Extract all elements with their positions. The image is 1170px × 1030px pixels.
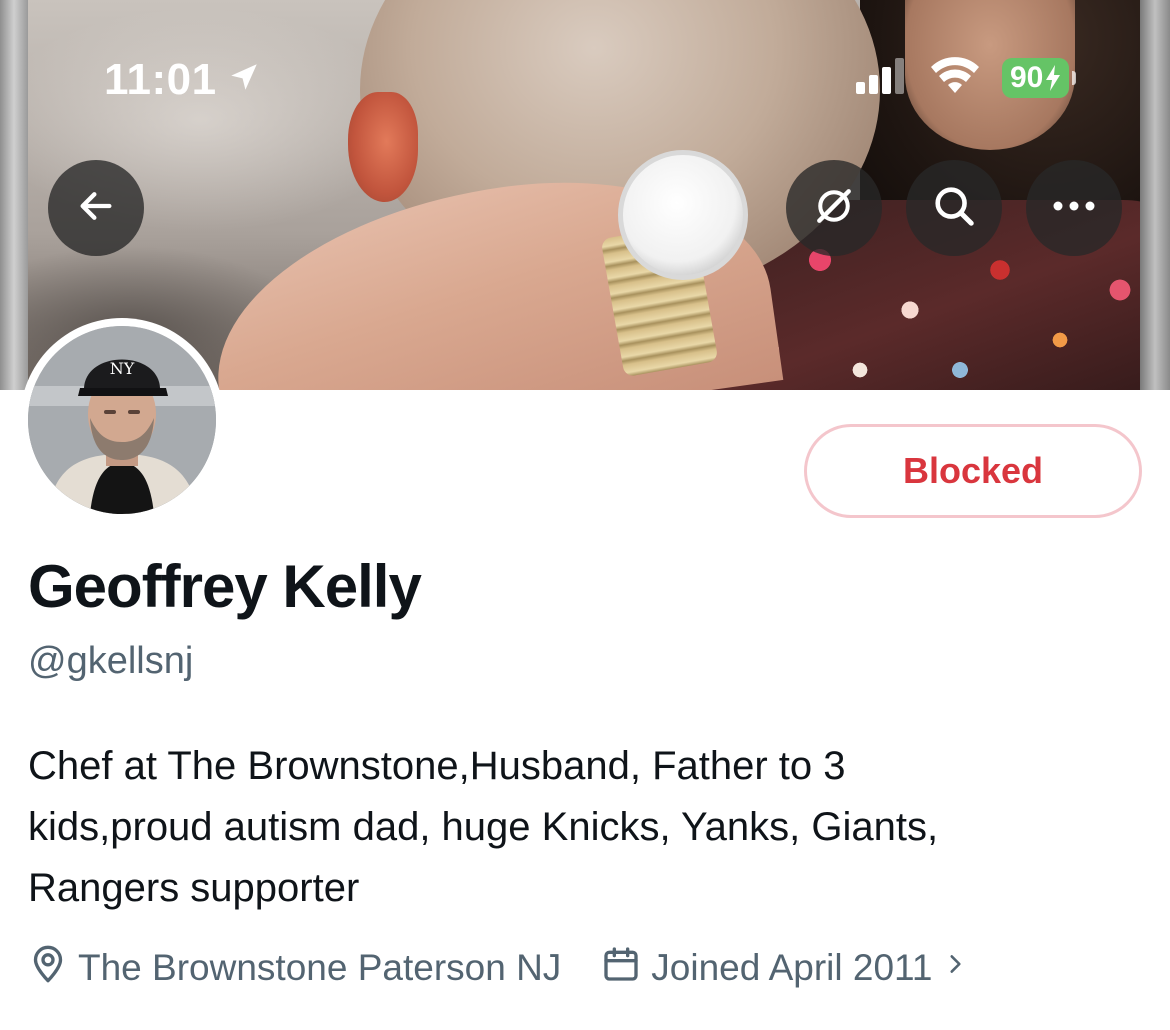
- grok-button[interactable]: [786, 160, 882, 256]
- status-time-label: 11:01: [104, 55, 217, 104]
- blocked-button[interactable]: Blocked: [804, 424, 1142, 518]
- status-bar-indicators: 90: [856, 56, 1077, 100]
- status-bar-time: 11:01: [104, 54, 261, 106]
- calendar-icon: [601, 944, 641, 993]
- back-button[interactable]: [48, 160, 144, 256]
- avatar-photo: NY: [28, 326, 216, 514]
- arrow-left-icon: [76, 186, 116, 231]
- more-icon: [1052, 199, 1096, 217]
- chevron-right-icon: [942, 947, 968, 989]
- joined-item[interactable]: Joined April 2011: [601, 944, 968, 993]
- blocked-button-label: Blocked: [902, 450, 1044, 491]
- cellular-signal-icon: [856, 57, 908, 99]
- display-name: Geoffrey Kelly: [28, 553, 422, 620]
- battery-level-label: 90: [1010, 61, 1044, 94]
- wifi-icon: [930, 56, 980, 100]
- search-button[interactable]: [906, 160, 1002, 256]
- grok-icon: [812, 184, 856, 233]
- more-options-button[interactable]: [1026, 160, 1122, 256]
- profile-bio: Chef at The Brownstone,Husband, Father t…: [28, 736, 1128, 919]
- bio-line: kids,proud autism dad, huge Knicks, Yank…: [28, 805, 939, 849]
- joined-text: Joined April 2011: [651, 947, 933, 988]
- user-handle: @gkellsnj: [28, 640, 194, 682]
- profile-meta: The Brownstone Paterson NJ Joined April …: [28, 940, 968, 996]
- search-icon: [931, 183, 977, 234]
- battery-charging-icon: 90: [1002, 58, 1077, 98]
- location-item: The Brownstone Paterson NJ: [28, 943, 561, 994]
- banner-ear: [348, 92, 418, 202]
- bio-line: Chef at The Brownstone,Husband, Father t…: [28, 744, 846, 788]
- location-pin-icon: [28, 943, 68, 994]
- bio-line: Rangers supporter: [28, 866, 360, 910]
- banner-post-left: [0, 0, 28, 390]
- location-arrow-icon: [227, 55, 261, 105]
- location-text: The Brownstone Paterson NJ: [78, 947, 562, 988]
- svg-text:NY: NY: [110, 359, 135, 378]
- avatar[interactable]: NY: [20, 318, 224, 522]
- banner-watch-face: [618, 150, 748, 280]
- banner-post-right: [1140, 0, 1170, 390]
